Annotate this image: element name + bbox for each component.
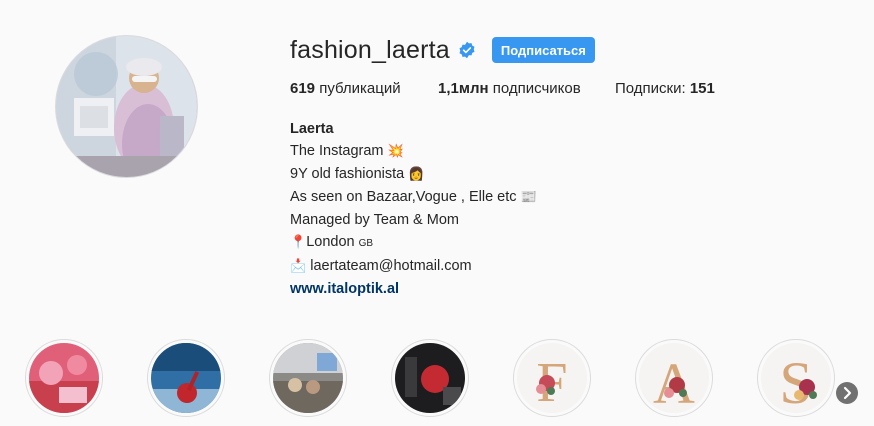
- bio-email: 📩 laertateam@hotmail.com: [290, 255, 537, 278]
- followers-count: 1,1млн: [438, 80, 489, 97]
- highlight-cover-sky-city[interactable]: [147, 339, 225, 417]
- email-text: laertateam@hotmail.com: [310, 258, 472, 274]
- posts-count: 619: [290, 80, 316, 97]
- following-stat[interactable]: Подписки: 151: [615, 80, 715, 97]
- title-row: fashion_laerta Подписаться: [290, 34, 854, 66]
- bio-line-3-text: As seen on Bazaar,Vogue , Elle etc: [290, 189, 517, 205]
- inbox-emoji-icon: 📩: [290, 259, 307, 274]
- bio-line-1: The Instagram 💥: [290, 140, 537, 163]
- highlight-cover-letter-a[interactable]: A: [635, 339, 713, 417]
- bio-name: Laerta: [290, 121, 334, 137]
- profile-avatar[interactable]: [55, 35, 198, 178]
- location-text: London: [306, 234, 355, 250]
- profile-stats: 619 публикаций 1,1млн подписчиков Подпис…: [290, 80, 715, 97]
- bio-line-2: 9Y old fashionista 👩: [290, 163, 537, 186]
- website-link[interactable]: www.italoptik.al: [290, 278, 537, 300]
- pin-emoji-icon: 📍: [290, 235, 307, 250]
- following-label: Подписки:: [615, 80, 686, 97]
- chevron-right-icon[interactable]: [836, 382, 858, 404]
- followers-label: подписчиков: [492, 80, 581, 97]
- posts-label: публикаций: [319, 80, 401, 97]
- follow-button[interactable]: Подписаться: [491, 37, 595, 63]
- newspaper-emoji-icon: 📰: [520, 190, 537, 205]
- profile-bio: Laerta The Instagram 💥 9Y old fashionist…: [290, 118, 537, 300]
- username: fashion_laerta: [290, 35, 450, 64]
- avatar-photo: [56, 36, 197, 177]
- bio-line-2-text: 9Y old fashionista: [290, 166, 405, 182]
- bio-line-4: Managed by Team & Mom: [290, 212, 459, 228]
- collision-emoji-icon: 💥: [387, 144, 404, 159]
- followers-stat[interactable]: 1,1млн подписчиков: [438, 80, 615, 97]
- flag-gb-icon: GB: [358, 238, 374, 249]
- bio-location: 📍London GB: [290, 231, 537, 255]
- highlight-cover-letter-s[interactable]: S: [757, 339, 835, 417]
- highlight-cover-pink-toys[interactable]: [25, 339, 103, 417]
- profile-header: fashion_laerta Подписаться 619 публикаци…: [290, 34, 854, 298]
- highlight-cover-fashion-show[interactable]: [269, 339, 347, 417]
- bio-line-3: As seen on Bazaar,Vogue , Elle etc 📰: [290, 186, 537, 209]
- highlight-cover-dark-event[interactable]: [391, 339, 469, 417]
- woman-emoji-icon: 👩: [408, 167, 425, 182]
- verified-badge-icon: [459, 41, 475, 59]
- bio-line-1-text: The Instagram: [290, 143, 384, 159]
- posts-stat[interactable]: 619 публикаций: [290, 80, 438, 97]
- following-count: 151: [689, 80, 715, 97]
- highlight-cover-letter-f[interactable]: F: [513, 339, 591, 417]
